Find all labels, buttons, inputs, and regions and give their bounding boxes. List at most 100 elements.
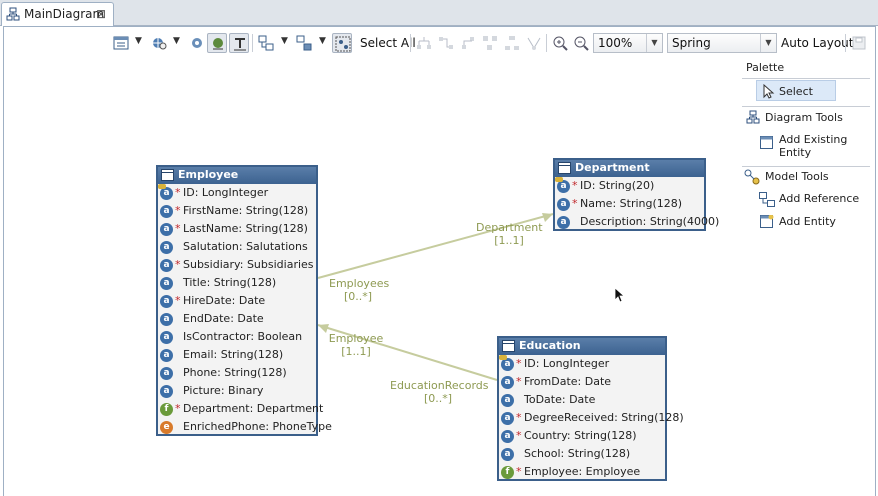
entity-header[interactable]: Employee (158, 167, 316, 184)
attribute-label: Name: String(128) (580, 197, 683, 210)
enriched-attribute-icon: e (160, 421, 173, 434)
multiplicity: [1..1] (494, 234, 524, 247)
attribute-label: Salutation: Salutations (183, 240, 308, 253)
key-attribute-icon: a (158, 184, 173, 200)
required-marker: * (516, 411, 522, 424)
attribute-row[interactable]: a School: String(128) (499, 445, 665, 463)
attribute-row[interactable]: a Email: String(128) (158, 346, 316, 364)
attribute-list: a * ID: LongInteger a * FirstName: String(128… (158, 184, 332, 436)
attribute-label: Description: String(4000) (580, 215, 720, 228)
entity-department[interactable]: Department a * ID: String(20) a * Name: Strin… (553, 158, 719, 231)
mouse-cursor-icon (614, 287, 626, 303)
attribute-icon: a (501, 430, 514, 443)
attribute-row[interactable]: a * Name: String(128) (555, 195, 704, 213)
required-marker: * (516, 465, 522, 478)
entity-name: Education (519, 339, 581, 352)
multiplicity: [0..*] (343, 290, 373, 303)
attribute-list: a * ID: String(20) a * Name: String(128) a Desc… (555, 177, 719, 231)
connection-label-education-records: EducationRecords [0..*] (390, 379, 489, 405)
required-marker: * (175, 402, 181, 415)
attribute-row[interactable]: a Title: String(128) (158, 274, 316, 292)
attribute-icon: a (501, 412, 514, 425)
attribute-label: Department: Department (183, 402, 324, 415)
required-marker: * (175, 222, 181, 235)
attribute-row[interactable]: a EndDate: Date (158, 310, 316, 328)
attribute-icon: a (557, 198, 570, 211)
attribute-row[interactable]: a Salutation: Salutations (158, 238, 316, 256)
attribute-label: IsContractor: Boolean (183, 330, 303, 343)
entity-education[interactable]: Education a * ID: LongInteger a * FromDate: D… (497, 336, 684, 481)
attribute-icon: a (160, 277, 173, 290)
attribute-row[interactable]: a * ID: LongInteger (158, 184, 316, 202)
attribute-row[interactable]: a * FirstName: String(128) (158, 202, 316, 220)
attribute-row[interactable]: a * Country: String(128) (499, 427, 665, 445)
entity-table-icon (558, 162, 571, 174)
attribute-label: EnrichedPhone: PhoneType (183, 420, 332, 433)
attribute-icon: a (501, 376, 514, 389)
attribute-icon: a (160, 205, 173, 218)
attribute-row[interactable]: f * Department: Department (158, 400, 323, 418)
attribute-row[interactable]: a Picture: Binary (158, 382, 316, 400)
attribute-row[interactable]: a * FromDate: Date (499, 373, 665, 391)
attribute-icon: a (160, 331, 173, 344)
required-marker: * (572, 179, 578, 192)
entity-header[interactable]: Department (555, 160, 704, 177)
attribute-row[interactable]: a * Subsidiary: Subsidiaries (158, 256, 316, 274)
attribute-row[interactable]: f * Employee: Employee (499, 463, 665, 481)
attribute-label: HireDate: Date (183, 294, 266, 307)
reference-attribute-icon: f (501, 466, 514, 479)
attribute-row[interactable]: a * HireDate: Date (158, 292, 316, 310)
required-marker: * (516, 375, 522, 388)
entity-name: Department (575, 161, 650, 174)
connection-label-department: Department [1..1] (476, 221, 543, 247)
attribute-icon: a (160, 313, 173, 326)
required-marker: * (175, 204, 181, 217)
attribute-icon: a (160, 349, 173, 362)
attribute-row[interactable]: a * LastName: String(128) (158, 220, 316, 238)
attribute-label: ToDate: Date (524, 393, 596, 406)
attribute-label: ID: LongInteger (524, 357, 610, 370)
association-lines (317, 213, 554, 381)
attribute-label: School: String(128) (524, 447, 631, 460)
attribute-row[interactable]: a * ID: LongInteger (499, 355, 665, 373)
attribute-icon: a (501, 394, 514, 407)
entity-name: Employee (178, 168, 239, 181)
attribute-icon: a (160, 295, 173, 308)
entity-table-icon (161, 169, 174, 181)
key-attribute-icon: a (555, 177, 570, 193)
role-name: Employee (328, 332, 384, 345)
required-marker: * (175, 294, 181, 307)
required-marker: * (175, 258, 181, 271)
role-name: EducationRecords (390, 379, 489, 392)
attribute-label: Country: String(128) (524, 429, 637, 442)
attribute-row[interactable]: a Description: String(4000) (555, 213, 719, 231)
attribute-row[interactable]: a ToDate: Date (499, 391, 665, 409)
attribute-label: DegreeReceived: String(128) (524, 411, 684, 424)
required-marker: * (572, 197, 578, 210)
attribute-row[interactable]: a * ID: String(20) (555, 177, 704, 195)
attribute-label: ID: LongInteger (183, 186, 269, 199)
attribute-icon: a (160, 385, 173, 398)
attribute-row[interactable]: a * DegreeReceived: String(128) (499, 409, 684, 427)
entity-table-icon (502, 340, 515, 352)
attribute-label: Title: String(128) (183, 276, 277, 289)
multiplicity: [0..*] (423, 392, 453, 405)
entity-header[interactable]: Education (499, 338, 665, 355)
attribute-label: LastName: String(128) (183, 222, 308, 235)
attribute-row[interactable]: a IsContractor: Boolean (158, 328, 316, 346)
attribute-label: Phone: String(128) (183, 366, 287, 379)
attribute-label: ID: String(20) (580, 179, 655, 192)
attribute-icon: a (501, 448, 514, 461)
attribute-label: Email: String(128) (183, 348, 284, 361)
attribute-row[interactable]: a Phone: String(128) (158, 364, 316, 382)
attribute-label: Subsidiary: Subsidiaries (183, 258, 314, 271)
role-name: Department (476, 221, 543, 234)
entity-employee[interactable]: Employee a * ID: LongInteger a * FirstName: S… (156, 165, 332, 436)
reference-attribute-icon: f (160, 403, 173, 416)
required-marker: * (175, 186, 181, 199)
attribute-icon: a (160, 223, 173, 236)
attribute-row[interactable]: e EnrichedPhone: PhoneType (158, 418, 332, 436)
attribute-label: Employee: Employee (524, 465, 641, 478)
key-attribute-icon: a (499, 355, 514, 371)
connection-label-employees: Employees [0..*] (329, 277, 389, 303)
